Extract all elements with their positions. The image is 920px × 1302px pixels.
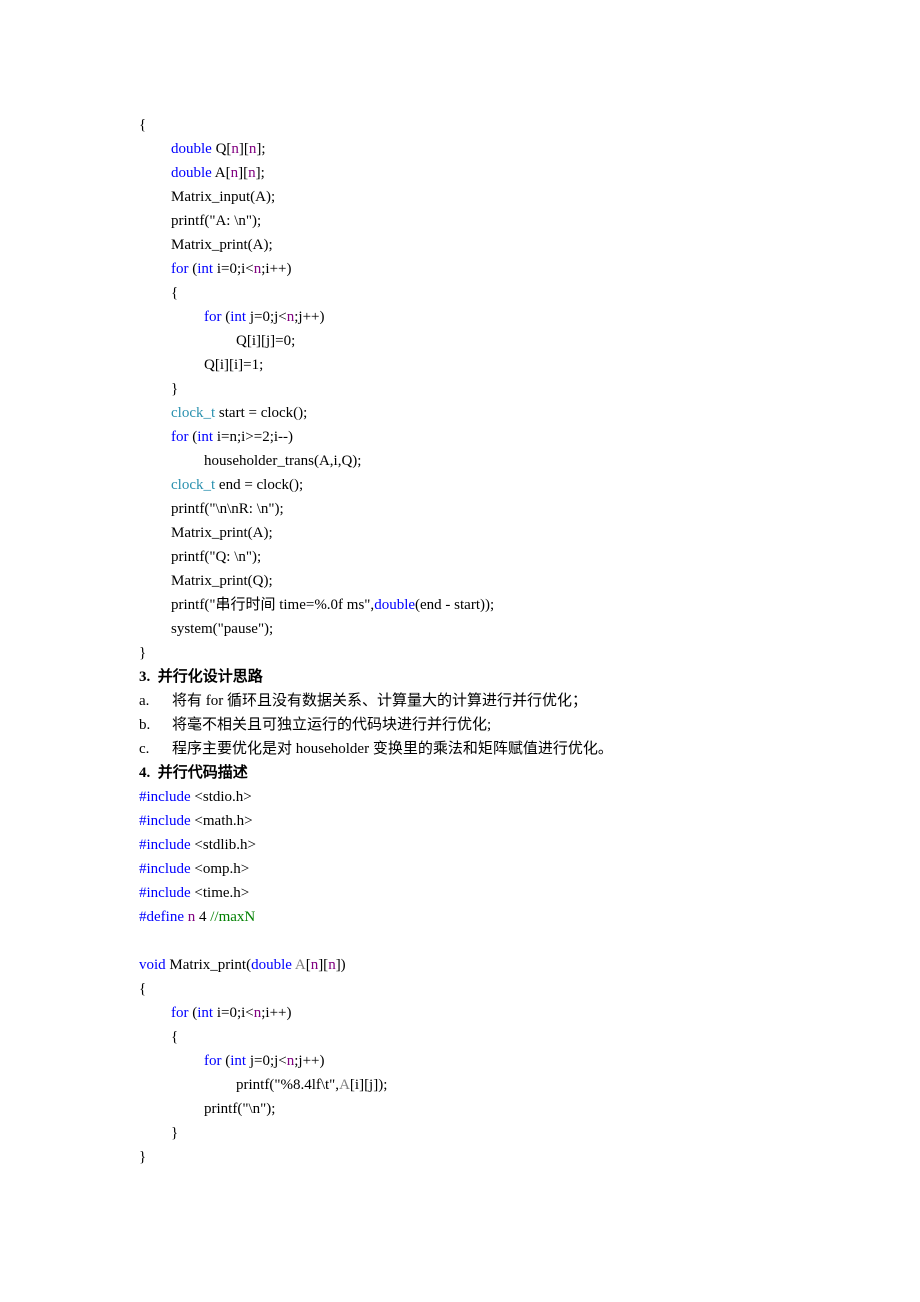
code-line: Matrix_input(A); (171, 189, 276, 205)
code-line: for (int j=0;j<n;j++) (204, 1053, 325, 1069)
list-item: a. 将有 for 循环且没有数据关系、计算量大的计算进行并行优化； (139, 689, 587, 713)
code-line: } (139, 645, 147, 661)
code-line: { (139, 117, 147, 133)
code-line: #define n 4 //maxN (139, 909, 256, 925)
list-text: 程序主要优化是对 householder 变换里的乘法和矩阵赋值进行优化。 (172, 741, 613, 757)
list-label: c. (139, 741, 150, 757)
code-line: { (171, 1029, 179, 1045)
code-line: for (int i=0;i<n;i++) (171, 1005, 292, 1021)
section-heading: 4. 并行代码描述 (139, 765, 248, 781)
code-line: #include <math.h> (139, 813, 253, 829)
code-line: Matrix_print(A); (171, 525, 273, 541)
code-line: Matrix_print(A); (171, 237, 273, 253)
code-line: double A[n][n]; (171, 165, 265, 181)
code-line: householder_trans(A,i,Q); (204, 453, 362, 469)
code-line: Matrix_print(Q); (171, 573, 273, 589)
code-line: #include <time.h> (139, 885, 250, 901)
code-line: Q[i][i]=1; (204, 357, 264, 373)
code-line: clock_t end = clock(); (171, 477, 304, 493)
code-line: } (171, 381, 179, 397)
code-line: } (171, 1125, 179, 1141)
code-line: Q[i][j]=0; (236, 333, 296, 349)
list-item: b. 将毫不相关且可独立运行的代码块进行并行优化; (139, 713, 491, 737)
code-line: printf("%8.4lf\t",A[i][j]); (236, 1077, 388, 1093)
list-label: b. (139, 717, 151, 733)
code-line: printf("\n"); (204, 1101, 276, 1117)
code-line: printf("\n\nR: \n"); (171, 501, 284, 517)
code-line: printf("Q: \n"); (171, 549, 262, 565)
section-heading: 3. 并行化设计思路 (139, 669, 263, 685)
code-line: #include <omp.h> (139, 861, 250, 877)
code-line: clock_t start = clock(); (171, 405, 308, 421)
code-line: for (int j=0;j<n;j++) (204, 309, 325, 325)
list-text: 将有 for 循环且没有数据关系、计算量大的计算进行并行优化； (172, 693, 587, 709)
code-line: double Q[n][n]; (171, 141, 266, 157)
list-text: 将毫不相关且可独立运行的代码块进行并行优化; (172, 717, 492, 733)
list-item: c. 程序主要优化是对 householder 变换里的乘法和矩阵赋值进行优化。 (139, 737, 613, 761)
code-line: } (139, 1149, 147, 1165)
code-line: system("pause"); (171, 621, 274, 637)
code-line: { (171, 285, 179, 301)
list-label: a. (139, 693, 150, 709)
code-line: printf("A: \n"); (171, 213, 262, 229)
code-line: void Matrix_print(double A[n][n]) (139, 957, 346, 973)
code-line: printf("串行时间 time=%.0f ms",double(end - … (171, 597, 495, 613)
code-line: #include <stdlib.h> (139, 837, 256, 853)
code-line: { (139, 981, 147, 997)
code-line: for (int i=0;i<n;i++) (171, 261, 292, 277)
code-line: for (int i=n;i>=2;i--) (171, 429, 294, 445)
code-line: #include <stdio.h> (139, 789, 252, 805)
document-page: { double Q[n][n]; double A[n][n]; Matrix… (0, 0, 920, 1302)
